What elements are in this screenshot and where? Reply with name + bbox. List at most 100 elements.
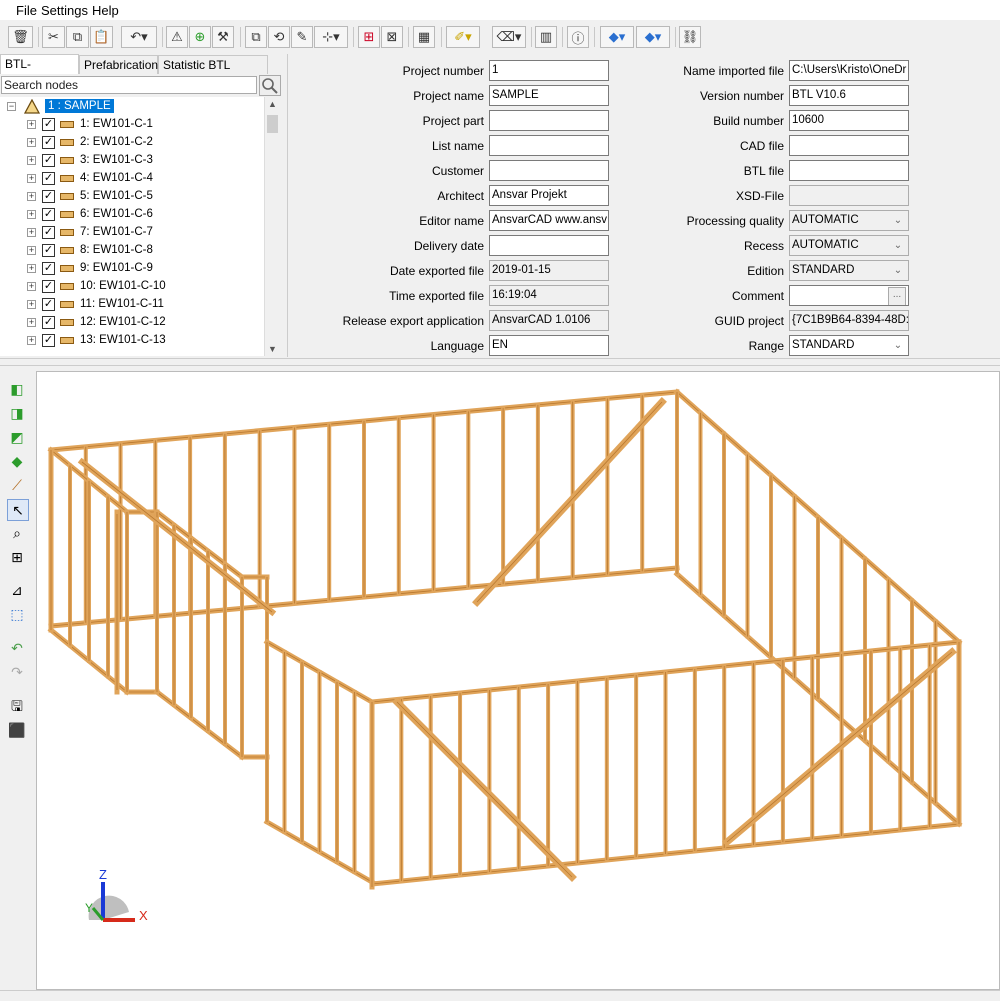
tree-item[interactable]: + ✓ 3: EW101-C-3 xyxy=(0,152,264,170)
ellipsis-button[interactable]: ... xyxy=(888,287,906,305)
prop-field[interactable] xyxy=(789,160,909,181)
draw-line-icon[interactable]: ⟋ xyxy=(7,475,27,495)
tree-item-label[interactable]: 5: EW101-C-5 xyxy=(80,190,153,202)
cube-view-icon[interactable]: ◧ xyxy=(7,379,27,399)
highlight-dropdown-button[interactable]: ✐▾ xyxy=(446,26,480,48)
table-button[interactable]: ▦ xyxy=(413,26,435,48)
chevron-down-icon[interactable]: ⌄ xyxy=(890,261,906,280)
tab-statistic-btl-content[interactable]: Statistic BTL content xyxy=(158,55,268,91)
tree-item[interactable]: + ✓ 11: EW101-C-11 xyxy=(0,296,264,314)
item-checkbox[interactable]: ✓ xyxy=(42,298,55,311)
tree-item-label[interactable]: 3: EW101-C-3 xyxy=(80,154,153,166)
tree-item[interactable]: + ✓ 8: EW101-C-8 xyxy=(0,242,264,260)
prop-field[interactable] xyxy=(489,160,609,181)
undo-dropdown-button[interactable]: ↶▾ xyxy=(121,26,157,48)
item-checkbox[interactable]: ✓ xyxy=(42,136,55,149)
tree-item-label[interactable]: 11: EW101-C-11 xyxy=(80,298,164,310)
item-checkbox[interactable]: ✓ xyxy=(42,190,55,203)
item-checkbox[interactable]: ✓ xyxy=(42,316,55,329)
copy-button[interactable]: ⧉ xyxy=(66,26,89,48)
tree-item[interactable]: + ✓ 5: EW101-C-5 xyxy=(0,188,264,206)
tree-item-label[interactable]: 2: EW101-C-2 xyxy=(80,136,153,148)
diamond-view-icon[interactable]: ◆ xyxy=(7,451,27,471)
link-button[interactable]: ⛓ xyxy=(679,26,701,48)
prop-field[interactable] xyxy=(789,185,909,206)
prop-field[interactable]: AnsvarCAD www.ansv xyxy=(489,210,609,231)
eraser-dropdown-button[interactable]: ⌫▾ xyxy=(492,26,526,48)
tree-item[interactable]: + ✓ 4: EW101-C-4 xyxy=(0,170,264,188)
expand-icon[interactable]: + xyxy=(27,156,36,165)
prop-field[interactable]: C:\Users\Kristo\OneDr xyxy=(789,60,909,81)
item-checkbox[interactable]: ✓ xyxy=(42,244,55,257)
tree-item-label[interactable]: 13: EW101-C-13 xyxy=(80,334,166,346)
prop-field[interactable] xyxy=(489,235,609,256)
item-checkbox[interactable]: ✓ xyxy=(42,226,55,239)
scroll-thumb[interactable] xyxy=(267,115,278,133)
paste-button[interactable]: 📋 xyxy=(90,26,113,48)
expand-icon[interactable]: + xyxy=(27,210,36,219)
nav-back-dropdown-button[interactable]: ◆▾ xyxy=(600,26,634,48)
expand-icon[interactable]: + xyxy=(27,228,36,237)
measure-button[interactable]: ▥ xyxy=(535,26,557,48)
prop-field[interactable] xyxy=(489,110,609,131)
btl-check-button[interactable]: ⊠ xyxy=(381,26,403,48)
item-checkbox[interactable]: ✓ xyxy=(42,154,55,167)
tree-item-label[interactable]: 9: EW101-C-9 xyxy=(80,262,153,274)
select-arrow-icon[interactable]: ↖ xyxy=(7,499,29,521)
prop-field[interactable]: 2019-01-15 xyxy=(489,260,609,281)
tree-item[interactable]: + ✓ 12: EW101-C-12 xyxy=(0,314,264,332)
panel-splitter[interactable] xyxy=(0,358,1000,366)
cube-side-icon[interactable]: ◨ xyxy=(7,403,27,423)
prop-field[interactable] xyxy=(789,135,909,156)
group-button[interactable]: ⧉ xyxy=(245,26,267,48)
project-button[interactable]: ⚠ xyxy=(166,26,188,48)
chevron-down-icon[interactable]: ⌄ xyxy=(890,236,906,255)
item-checkbox[interactable]: ✓ xyxy=(42,208,55,221)
tool-dropdown-button[interactable]: ⊹▾ xyxy=(314,26,348,48)
save-icon[interactable]: 🖫 xyxy=(7,696,27,716)
tree-item-label[interactable]: 1: EW101-C-1 xyxy=(80,118,153,130)
scroll-up-icon[interactable]: ▲ xyxy=(268,99,277,109)
btl-export-button[interactable]: ⊞ xyxy=(358,26,380,48)
expand-icon[interactable]: + xyxy=(27,318,36,327)
prop-field[interactable]: STANDARD ⌄ xyxy=(789,335,909,356)
cube-front-icon[interactable]: ◩ xyxy=(7,427,27,447)
item-checkbox[interactable]: ✓ xyxy=(42,262,55,275)
tree-item[interactable]: + ✓ 7: EW101-C-7 xyxy=(0,224,264,242)
expand-icon[interactable]: + xyxy=(27,192,36,201)
tree-item[interactable]: + ✓ 1: EW101-C-1 xyxy=(0,116,264,134)
prop-field[interactable]: SAMPLE xyxy=(489,85,609,106)
tree-root[interactable]: − 1 : SAMPLE xyxy=(0,98,264,116)
prop-field[interactable]: Ansvar Projekt xyxy=(489,185,609,206)
tree-item[interactable]: + ✓ 13: EW101-C-13 xyxy=(0,332,264,350)
redo-view-icon[interactable]: ↷ xyxy=(7,662,27,682)
process-button[interactable]: ⚒ xyxy=(212,26,234,48)
prop-field[interactable] xyxy=(489,135,609,156)
prop-field[interactable]: AnsvarCAD 1.0106 xyxy=(489,310,609,331)
tree-item[interactable]: + ✓ 6: EW101-C-6 xyxy=(0,206,264,224)
item-checkbox[interactable]: ✓ xyxy=(42,280,55,293)
menu-settings[interactable]: Settings xyxy=(41,3,88,18)
prop-field[interactable]: AUTOMATIC ⌄ xyxy=(789,235,909,256)
expand-icon[interactable]: + xyxy=(27,246,36,255)
menu-help[interactable]: Help xyxy=(92,3,119,18)
item-checkbox[interactable]: ✓ xyxy=(42,334,55,347)
prop-field[interactable]: 16:19:04 xyxy=(489,285,609,306)
3d-viewport[interactable]: Z X Y xyxy=(36,371,1000,990)
nav-forward-dropdown-button[interactable]: ◆▾ xyxy=(636,26,670,48)
zoom-extents-icon[interactable]: ⊞ xyxy=(7,547,27,567)
tree-item-label[interactable]: 12: EW101-C-12 xyxy=(80,316,166,328)
prop-field[interactable]: EN xyxy=(489,335,609,356)
item-checkbox[interactable]: ✓ xyxy=(42,172,55,185)
delete-button[interactable]: 🗑 xyxy=(8,26,33,48)
solid-cube-icon[interactable]: ⬛ xyxy=(7,720,27,740)
tree-item[interactable]: + ✓ 9: EW101-C-9 xyxy=(0,260,264,278)
expand-icon[interactable]: + xyxy=(27,282,36,291)
tree-item[interactable]: + ✓ 2: EW101-C-2 xyxy=(0,134,264,152)
expand-icon[interactable]: + xyxy=(27,336,36,345)
cut-button[interactable]: ✂ xyxy=(42,26,65,48)
wireframe-cube-icon[interactable]: ⬚ xyxy=(7,604,27,624)
menu-file[interactable]: File xyxy=(16,3,37,18)
expand-icon[interactable]: + xyxy=(27,264,36,273)
prop-field[interactable]: ... xyxy=(789,285,909,306)
